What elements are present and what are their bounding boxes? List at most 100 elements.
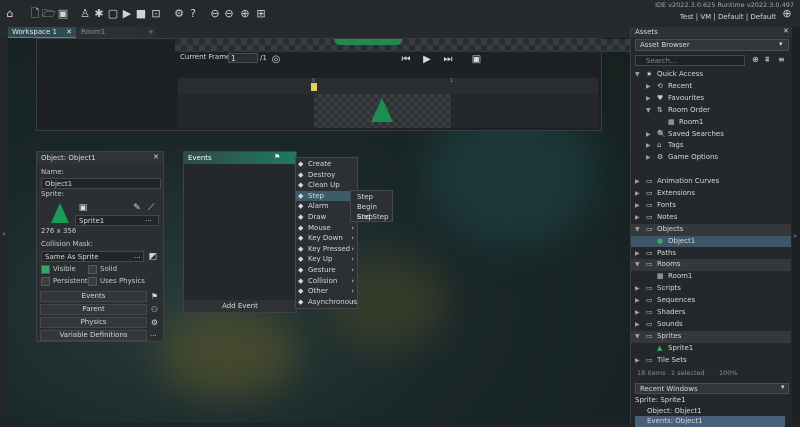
asset-tree-item[interactable]: ▶ ⟲ Recent <box>631 81 791 93</box>
left-collapse-icon[interactable]: » <box>0 38 8 423</box>
play-icon[interactable]: ▶ <box>421 53 433 65</box>
debug-icon[interactable]: ✱ <box>92 7 106 21</box>
step-submenu-item[interactable]: End Step <box>351 212 392 222</box>
close-icon[interactable]: ✕ <box>783 27 789 35</box>
event-menu-item[interactable]: ◆ Asynchronous › <box>296 297 357 308</box>
tab-workspace-1[interactable]: Workspace 1 ✕ <box>8 27 76 38</box>
chevron-right-icon[interactable]: ▶ <box>646 140 651 152</box>
zoom-in-icon[interactable]: ⊕ <box>238 7 252 21</box>
recent-window-item[interactable]: Object: Object1 <box>635 406 785 417</box>
step-submenu-item[interactable]: Step <box>351 192 392 202</box>
playhead[interactable] <box>311 83 317 91</box>
asset-browser-select[interactable]: Asset Browser <box>635 39 789 51</box>
sprite-browse-icon[interactable]: ▣ <box>77 202 89 214</box>
new-project-icon[interactable]: 🗋 <box>28 7 42 21</box>
save-icon[interactable]: ▣ <box>56 7 70 21</box>
asset-tree-item[interactable]: ● Object1 <box>631 235 791 248</box>
asset-tree-item[interactable]: ▶ ▭ Extensions <box>631 188 791 200</box>
build-icon[interactable]: ⊡ <box>149 7 163 21</box>
gear-icon[interactable]: ⚙ <box>149 317 160 328</box>
brush-icon[interactable]: ⟋ <box>145 202 157 214</box>
asset-tree-item[interactable]: ▶ ♥ Favourites <box>631 93 791 105</box>
close-icon[interactable]: ✕ <box>153 153 159 161</box>
zoom-out-icon[interactable]: ⊖ <box>222 7 236 21</box>
asset-tree-item[interactable]: ▼ ▭ Sprites <box>631 330 791 343</box>
chevron-down-icon[interactable]: ▼ <box>646 105 651 117</box>
menu-icon[interactable]: ≡ <box>778 55 785 64</box>
asset-tree-item[interactable]: ▼ ⇅ Room Order <box>631 105 791 117</box>
recent-windows-select[interactable]: Recent Windows <box>635 383 789 394</box>
event-menu-item[interactable]: ◆Draw› <box>296 212 357 223</box>
windows-icon[interactable]: ⊞ <box>254 7 268 21</box>
asset-tree-item[interactable]: ▶ ▭ Paths <box>631 248 791 260</box>
collision-more-button[interactable]: ... <box>134 252 141 260</box>
gear-icon[interactable]: ⚙ <box>172 7 186 21</box>
chevron-right-icon[interactable]: ▶ <box>635 319 640 331</box>
skip-end-icon[interactable]: ⏭ <box>442 53 454 65</box>
asset-tree-item[interactable] <box>631 164 791 176</box>
chevron-right-icon[interactable]: ▶ <box>635 355 640 367</box>
asset-tree-item[interactable]: ▶ ▭ Scripts <box>631 283 791 295</box>
event-menu-item[interactable]: ◆ Create <box>296 159 357 170</box>
asset-tree-item[interactable]: ▦ Room1 <box>631 117 791 129</box>
flag-icon[interactable]: ⚑ <box>149 291 160 302</box>
asset-tree-item[interactable]: ▦ Room1 <box>631 271 791 283</box>
event-menu-item[interactable]: ◆ Destroy <box>296 170 357 181</box>
solid-checkbox[interactable] <box>88 265 97 274</box>
asset-tree-item[interactable]: ▶ ▭ Fonts <box>631 200 791 212</box>
filter-icon[interactable]: ⩩ <box>765 55 769 65</box>
help-icon[interactable]: ? <box>186 7 200 21</box>
chevron-right-icon[interactable]: ▶ <box>646 152 651 164</box>
event-menu-item[interactable]: ◆Step› <box>296 190 357 202</box>
variables-more-button[interactable]: ... <box>150 330 157 338</box>
chevron-right-icon[interactable]: ▶ <box>646 81 651 93</box>
right-collapse-strip[interactable]: » <box>792 27 800 423</box>
events-button[interactable]: Events <box>40 291 147 302</box>
asset-tree-item[interactable]: ▼ ▭ Rooms <box>631 259 791 272</box>
asset-tree-item[interactable]: ▲ Sprite1 <box>631 343 791 355</box>
asset-tree-item[interactable]: ▶ ▭ Sounds <box>631 319 791 331</box>
right-collapse-icon[interactable]: » <box>793 232 797 240</box>
asset-search-input[interactable]: Search... <box>635 55 745 66</box>
chevron-down-icon[interactable]: ▼ <box>635 259 640 271</box>
loop-icon[interactable]: ◎ <box>270 53 282 65</box>
asset-tree-item[interactable]: ▶ ▭ Notes <box>631 212 791 224</box>
variable-definitions-button[interactable]: Variable Definitions <box>40 330 147 341</box>
recent-window-item[interactable]: Sprite: Sprite1 <box>635 395 785 406</box>
event-menu-item[interactable]: ◆ Key Down › <box>296 233 357 244</box>
event-menu-item[interactable]: ◆ Clean Up <box>296 180 357 191</box>
screen-icon[interactable]: ▣ <box>470 53 483 65</box>
event-menu-item[interactable]: ◆ Key Pressed › <box>296 244 357 255</box>
parent-button[interactable]: Parent <box>40 304 147 315</box>
add-event-button[interactable]: Add Event <box>184 300 296 312</box>
event-menu-item[interactable]: ◆ Mouse › <box>296 223 357 234</box>
add-tab-button[interactable]: + <box>144 27 156 38</box>
chevron-right-icon[interactable]: ▶ <box>635 283 640 295</box>
flag-icon[interactable]: ⚑ <box>274 153 280 161</box>
edit-mask-icon[interactable]: ◩ <box>147 251 159 263</box>
close-icon[interactable]: ✕ <box>66 28 72 36</box>
event-menu-item[interactable]: ◆Alarm› <box>296 201 357 212</box>
add-icon[interactable]: ⊕ <box>752 55 759 64</box>
stop-icon[interactable]: ■ <box>134 7 148 21</box>
asset-tree-item[interactable]: ▶ ⌂ Tags <box>631 140 791 152</box>
chevron-right-icon[interactable]: ▶ <box>635 248 640 260</box>
current-frame-input[interactable]: 1 <box>228 53 258 63</box>
step-submenu-item[interactable]: Begin Step <box>351 202 392 221</box>
chevron-right-icon[interactable]: ▶ <box>635 295 640 307</box>
chevron-right-icon[interactable]: ▶ <box>635 307 640 319</box>
run-icon[interactable]: ▢ <box>106 7 120 21</box>
event-menu-item[interactable]: ◆ Collision › <box>296 276 357 287</box>
chevron-right-icon[interactable]: ▶ <box>635 176 640 188</box>
asset-tree-item[interactable]: ▶ ▭ Animation Curves <box>631 176 791 188</box>
asset-tree-item[interactable]: ▶ 🔍 Saved Searches <box>631 129 791 141</box>
asset-tree-item[interactable]: ▼ ▭ Objects <box>631 223 791 236</box>
asset-tree-item[interactable]: ▶ ▭ Sequences <box>631 295 791 307</box>
asset-tree-item[interactable]: ▼ ★ Quick Access <box>631 69 791 81</box>
home-icon[interactable]: ⌂ <box>3 7 17 21</box>
physics-button[interactable]: Physics <box>40 317 147 328</box>
asset-tree-item[interactable]: ▶ ▭ Tile Sets <box>631 355 791 367</box>
open-project-icon[interactable]: 🗁 <box>42 7 56 21</box>
asset-tree-item[interactable]: ▶ ⚙ Game Options <box>631 152 791 164</box>
timeline-ruler[interactable]: 0 1 <box>178 78 598 94</box>
